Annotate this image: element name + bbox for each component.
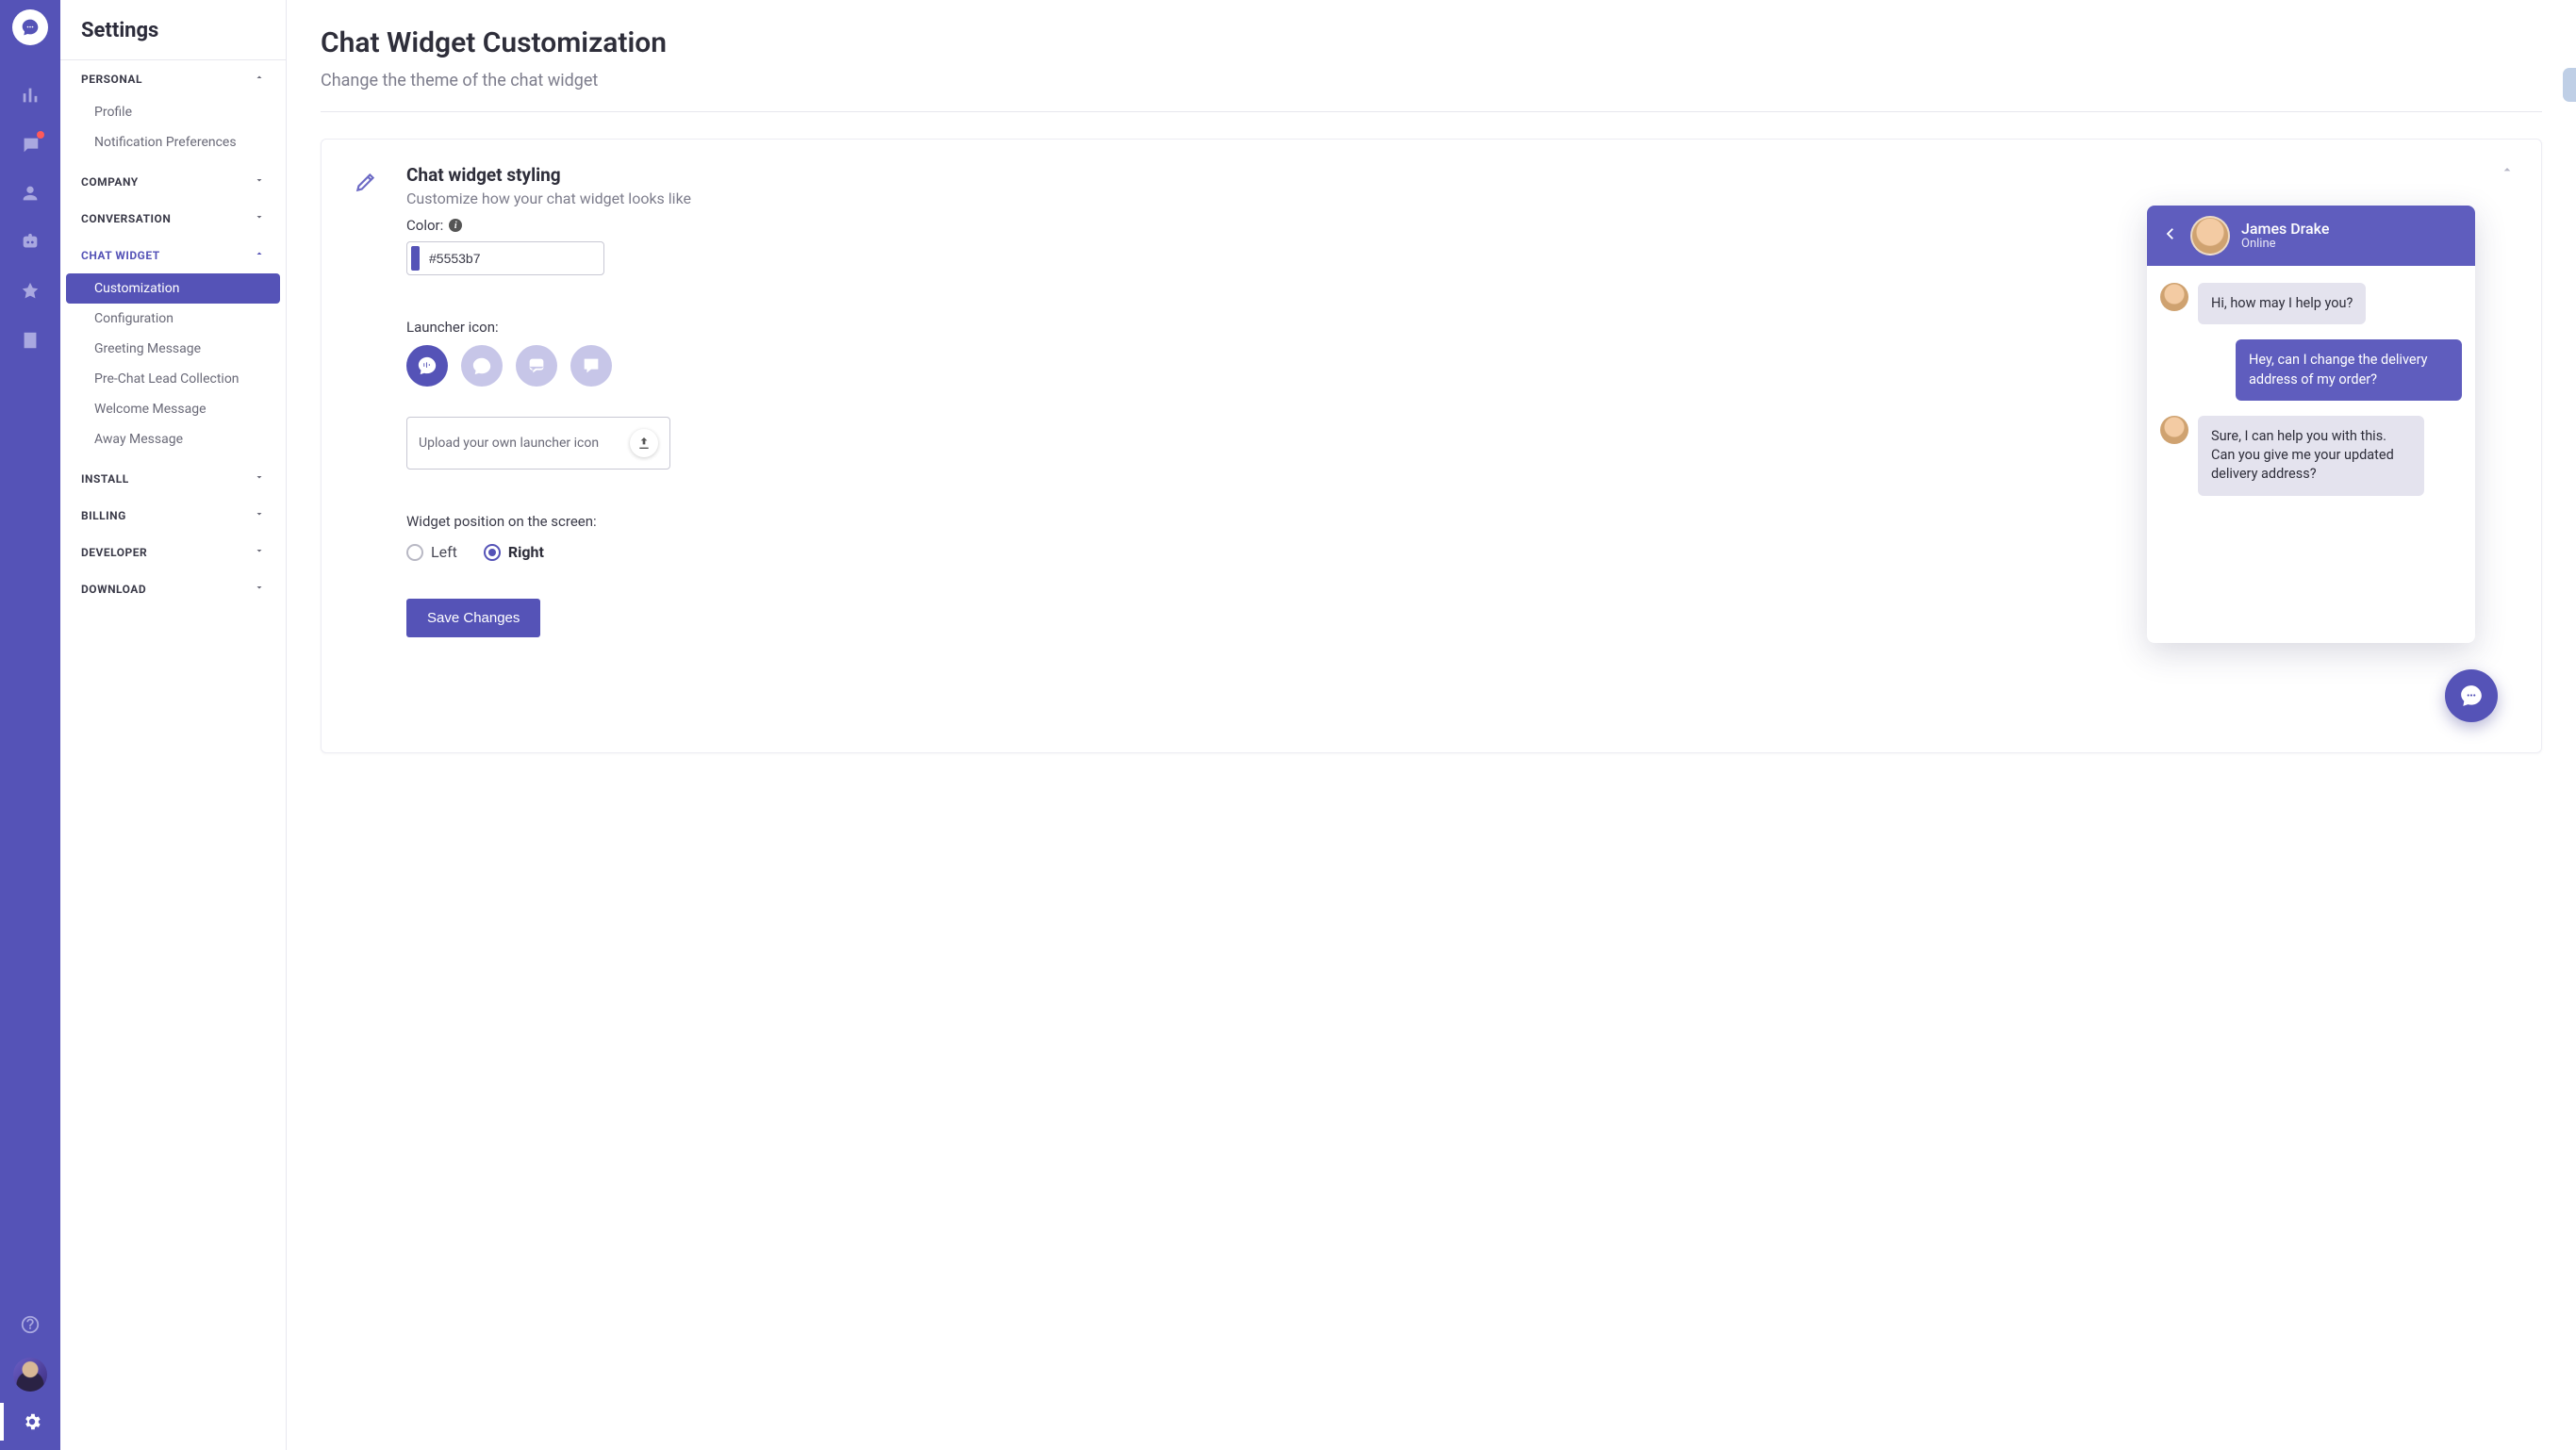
chevron-down-icon: [254, 545, 265, 559]
launcher-icon-square-bubble[interactable]: [570, 345, 612, 387]
color-text-input[interactable]: [420, 251, 600, 266]
message-bubble: Hi, how may I help you?: [2198, 283, 2366, 324]
radio-label: Right: [508, 543, 544, 561]
color-swatch: [411, 246, 420, 271]
section-label: Chat Widget: [81, 249, 160, 262]
nav-contacts-icon[interactable]: [0, 172, 60, 215]
page-subtitle: Change the theme of the chat widget: [321, 71, 2542, 91]
chat-message: Sure, I can help you with this. Can you …: [2160, 416, 2462, 496]
chevron-up-icon: [254, 72, 265, 86]
main-content: Chat Widget Customization Change the the…: [287, 0, 2576, 1450]
section-label: Personal: [81, 73, 142, 86]
nav-inbox-icon[interactable]: [0, 123, 60, 166]
upload-icon: [630, 429, 658, 457]
pencil-icon: [354, 164, 388, 198]
chat-preview: James Drake Online Hi, how may I help yo…: [2147, 206, 2475, 643]
nav-settings-icon[interactable]: [0, 1403, 60, 1441]
app-logo[interactable]: [12, 9, 48, 45]
chevron-up-icon: [254, 248, 265, 262]
chat-agent-status: Online: [2241, 237, 2329, 251]
section-conversation[interactable]: Conversation: [60, 200, 286, 237]
section-company[interactable]: Company: [60, 163, 286, 200]
section-personal[interactable]: Personal: [60, 60, 286, 97]
preview-launcher-button[interactable]: [2445, 669, 2498, 722]
sidebar-item-personal-1[interactable]: Notification Preferences: [66, 127, 280, 157]
styling-card: Chat widget styling Customize how your c…: [321, 139, 2542, 753]
sidebar-item-personal-0[interactable]: Profile: [66, 97, 280, 127]
sidebar-item-chat_widget-3[interactable]: Pre-Chat Lead Collection: [66, 364, 280, 394]
sidebar-item-chat_widget-1[interactable]: Configuration: [66, 304, 280, 334]
upload-label: Upload your own launcher icon: [419, 436, 599, 451]
color-input[interactable]: [406, 241, 604, 275]
settings-sidebar: Settings Personal ProfileNotification Pre…: [60, 0, 287, 1450]
chat-message: Hi, how may I help you?: [2160, 283, 2462, 324]
right-edge-handle[interactable]: [2563, 68, 2576, 102]
sidebar-item-chat_widget-5[interactable]: Away Message: [66, 424, 280, 454]
nav-help-icon[interactable]: [0, 1303, 60, 1346]
chat-message: Hey, can I change the delivery address o…: [2160, 339, 2462, 401]
nav-analytics-icon[interactable]: [0, 74, 60, 117]
notification-dot: [37, 131, 44, 139]
chat-agent-avatar: [2190, 216, 2230, 255]
section-label: Company: [81, 175, 139, 189]
chat-preview-wrap: James Drake Online Hi, how may I help yo…: [938, 164, 2475, 722]
info-icon[interactable]: i: [449, 219, 462, 232]
color-label: Color: i: [406, 217, 863, 234]
section-download[interactable]: Download: [60, 570, 286, 607]
launcher-label: Launcher icon:: [406, 319, 863, 336]
chat-back-icon[interactable]: [2162, 225, 2179, 246]
chevron-down-icon: [254, 582, 265, 596]
position-radio-right[interactable]: Right: [484, 543, 544, 561]
chevron-down-icon: [254, 471, 265, 486]
section-label: Developer: [81, 546, 147, 559]
section-billing[interactable]: Billing: [60, 497, 286, 534]
nav-notes-icon[interactable]: [0, 319, 60, 362]
radio-icon: [406, 544, 423, 561]
section-label: Billing: [81, 509, 126, 522]
nav-bot-icon[interactable]: [0, 221, 60, 264]
collapse-card-icon[interactable]: [2500, 162, 2515, 181]
message-avatar: [2160, 283, 2188, 311]
section-developer[interactable]: Developer: [60, 534, 286, 570]
sidebar-item-chat_widget-2[interactable]: Greeting Message: [66, 334, 280, 364]
section-chat_widget[interactable]: Chat Widget: [60, 237, 286, 273]
section-label: Download: [81, 583, 146, 596]
message-avatar: [2160, 416, 2188, 444]
launcher-icon-double-bubble[interactable]: [516, 345, 557, 387]
position-radio-left[interactable]: Left: [406, 543, 457, 561]
chevron-down-icon: [254, 508, 265, 522]
section-label: Install: [81, 472, 129, 486]
divider: [321, 111, 2542, 112]
section-label: Conversation: [81, 212, 171, 225]
sidebar-item-chat_widget-0[interactable]: Customization: [66, 273, 280, 304]
card-heading: Chat widget styling: [406, 164, 691, 186]
position-label: Widget position on the screen:: [406, 513, 863, 530]
save-button[interactable]: Save Changes: [406, 599, 540, 637]
launcher-icon-equalizer-bubble[interactable]: [406, 345, 448, 387]
message-bubble: Hey, can I change the delivery address o…: [2236, 339, 2462, 401]
section-install[interactable]: Install: [60, 460, 286, 497]
icon-rail: [0, 0, 60, 1450]
nav-launch-icon[interactable]: [0, 270, 60, 313]
launcher-icon-speech-bubble[interactable]: [461, 345, 503, 387]
nav-user-avatar[interactable]: [13, 1358, 47, 1392]
card-subheading: Customize how your chat widget looks lik…: [406, 189, 691, 207]
sidebar-item-chat_widget-4[interactable]: Welcome Message: [66, 394, 280, 424]
chat-preview-header: James Drake Online: [2147, 206, 2475, 266]
chevron-down-icon: [254, 174, 265, 189]
message-bubble: Sure, I can help you with this. Can you …: [2198, 416, 2424, 496]
sidebar-title: Settings: [60, 0, 286, 60]
upload-launcher-button[interactable]: Upload your own launcher icon: [406, 417, 670, 470]
radio-label: Left: [431, 543, 457, 561]
radio-icon: [484, 544, 501, 561]
chat-agent-name: James Drake: [2241, 221, 2329, 238]
chevron-down-icon: [254, 211, 265, 225]
page-title: Chat Widget Customization: [321, 26, 2542, 59]
